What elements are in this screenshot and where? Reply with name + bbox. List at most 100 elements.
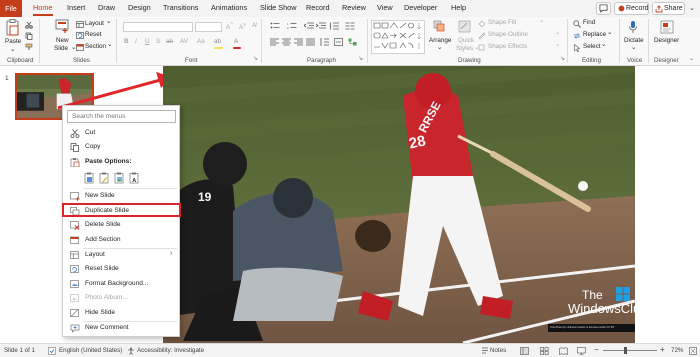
- layout-dropdown-icon[interactable]: ⌄: [106, 18, 111, 25]
- numbering-icon[interactable]: 12: [287, 22, 297, 30]
- tab-developer[interactable]: Developer: [404, 3, 437, 15]
- arrange-icon[interactable]: [433, 20, 446, 33]
- replace-dropdown-icon[interactable]: ⌄: [607, 29, 612, 36]
- select-dropdown-icon[interactable]: ⌄: [601, 41, 606, 48]
- spelling-check-icon[interactable]: [48, 347, 56, 355]
- quick-styles-label-line1[interactable]: Quick: [458, 37, 474, 44]
- arrange-label[interactable]: Arrange: [429, 37, 451, 44]
- shadow-icon[interactable]: S: [156, 38, 160, 45]
- smartart-icon[interactable]: [348, 38, 357, 46]
- zoom-in-icon[interactable]: +: [660, 345, 665, 354]
- zoom-slider-track[interactable]: [603, 350, 657, 351]
- highlight-color-icon[interactable]: ab: [214, 38, 221, 45]
- select-label[interactable]: Select: [583, 43, 601, 50]
- layout-label[interactable]: Layout: [85, 20, 104, 27]
- menu-search-input[interactable]: [67, 110, 176, 123]
- slide-canvas[interactable]: RRSE 28 19 The WindowsClub This Photo by…: [163, 66, 635, 343]
- font-shrink-icon[interactable]: Av: [239, 22, 246, 31]
- font-grow-icon[interactable]: A^: [226, 22, 233, 31]
- tab-insert[interactable]: Insert: [67, 3, 85, 15]
- line-spacing-icon[interactable]: [329, 22, 339, 30]
- dictate-dropdown-icon[interactable]: ⌄: [631, 44, 636, 51]
- menu-item-new-slide[interactable]: New Slide: [64, 190, 178, 203]
- paste-label[interactable]: Paste: [5, 38, 21, 45]
- status-language[interactable]: English (United States): [59, 347, 122, 354]
- new-slide-label-line1[interactable]: New: [56, 37, 69, 44]
- paste-keep-source-formatting-icon[interactable]: [99, 172, 110, 184]
- normal-view-icon[interactable]: [520, 347, 529, 355]
- cut-icon[interactable]: [25, 21, 33, 29]
- designer-label[interactable]: Designer: [654, 37, 679, 44]
- ribbon-collapse-icon[interactable]: ⌄: [689, 4, 695, 12]
- replace-label[interactable]: Replace: [583, 31, 606, 38]
- menu-item-reset-slide[interactable]: Reset Slide: [64, 263, 178, 276]
- tab-review[interactable]: Review: [342, 3, 366, 15]
- tab-slide-show[interactable]: Slide Show: [260, 3, 297, 15]
- fit-slide-icon[interactable]: [689, 347, 697, 355]
- tab-help[interactable]: Help: [451, 3, 466, 15]
- shape-effects-dropdown-icon[interactable]: ⌄: [555, 41, 560, 48]
- decrease-indent-icon[interactable]: [304, 22, 314, 30]
- menu-item-new-comment[interactable]: New Comment: [64, 322, 178, 335]
- text-direction-icon[interactable]: [320, 38, 329, 46]
- dictate-label[interactable]: Dictate: [624, 37, 644, 44]
- new-slide-label-line2[interactable]: Slide: [54, 45, 68, 52]
- designer-icon[interactable]: [660, 20, 674, 34]
- tab-transitions[interactable]: Transitions: [163, 3, 198, 15]
- microphone-icon[interactable]: [628, 20, 638, 34]
- new-slide-icon[interactable]: [55, 19, 69, 34]
- tab-file[interactable]: File: [0, 0, 22, 17]
- change-case-icon[interactable]: Aa: [197, 38, 205, 45]
- menu-item-layout[interactable]: Layout ›: [64, 249, 178, 262]
- paste-picture-icon[interactable]: [114, 172, 125, 184]
- tab-design[interactable]: Design: [128, 3, 151, 15]
- align-center-icon[interactable]: [282, 38, 291, 46]
- menu-item-delete-slide[interactable]: Delete Slide: [64, 219, 178, 232]
- shape-effects-icon[interactable]: [478, 44, 486, 51]
- format-painter-icon[interactable]: [25, 43, 33, 51]
- slide-show-view-icon[interactable]: [577, 347, 586, 355]
- shape-fill-dropdown-icon[interactable]: ⌄: [539, 17, 544, 24]
- italic-icon[interactable]: I: [135, 38, 137, 45]
- reset-icon[interactable]: [76, 32, 84, 39]
- paste-dropdown-icon[interactable]: ⌄: [10, 46, 15, 53]
- align-right-icon[interactable]: [294, 38, 303, 46]
- ribbon-expand-icon[interactable]: ⌄: [689, 55, 694, 62]
- tab-view[interactable]: View: [377, 3, 393, 15]
- shape-outline-label[interactable]: Shape Outline: [488, 31, 528, 38]
- underline-icon[interactable]: U: [145, 38, 150, 45]
- align-text-icon[interactable]: [334, 38, 343, 46]
- share-button[interactable]: Share: [652, 2, 685, 15]
- section-icon[interactable]: [76, 44, 84, 51]
- menu-item-cut[interactable]: Cut: [64, 127, 178, 140]
- quick-styles-icon[interactable]: [458, 20, 471, 33]
- status-notes[interactable]: Notes: [490, 347, 506, 354]
- status-accessibility[interactable]: Accessibility: Investigate: [137, 347, 204, 354]
- font-dialog-launcher-icon[interactable]: ↘: [253, 55, 258, 62]
- justify-icon[interactable]: [306, 38, 315, 46]
- tab-draw[interactable]: Draw: [98, 3, 115, 15]
- menu-item-format-background[interactable]: Format Background...: [64, 278, 178, 291]
- arrange-dropdown-icon[interactable]: ⌄: [437, 44, 442, 51]
- shape-effects-label[interactable]: Shape Effects: [488, 43, 527, 50]
- align-left-icon[interactable]: [270, 38, 279, 46]
- zoom-out-icon[interactable]: −: [594, 345, 599, 354]
- shape-fill-icon[interactable]: [478, 20, 486, 27]
- columns-icon[interactable]: [345, 22, 355, 30]
- quick-styles-label-line2[interactable]: Styles: [456, 45, 473, 52]
- replace-icon[interactable]: [573, 32, 581, 40]
- bold-icon[interactable]: B: [124, 38, 129, 45]
- record-button[interactable]: Record: [614, 2, 649, 15]
- paste-icon[interactable]: [6, 19, 20, 36]
- reading-view-icon[interactable]: [559, 347, 568, 355]
- section-dropdown-icon[interactable]: ⌄: [107, 41, 112, 48]
- increase-indent-icon[interactable]: [316, 22, 326, 30]
- shapes-gallery[interactable]: [371, 20, 425, 54]
- tab-animations[interactable]: Animations: [211, 3, 247, 15]
- menu-item-add-section[interactable]: Add Section: [64, 234, 178, 247]
- status-zoom-level[interactable]: 72%: [671, 347, 683, 354]
- find-label[interactable]: Find: [583, 19, 595, 26]
- comments-button[interactable]: [596, 2, 611, 15]
- clear-formatting-icon[interactable]: A̸: [252, 22, 256, 29]
- reset-label[interactable]: Reset: [85, 31, 101, 38]
